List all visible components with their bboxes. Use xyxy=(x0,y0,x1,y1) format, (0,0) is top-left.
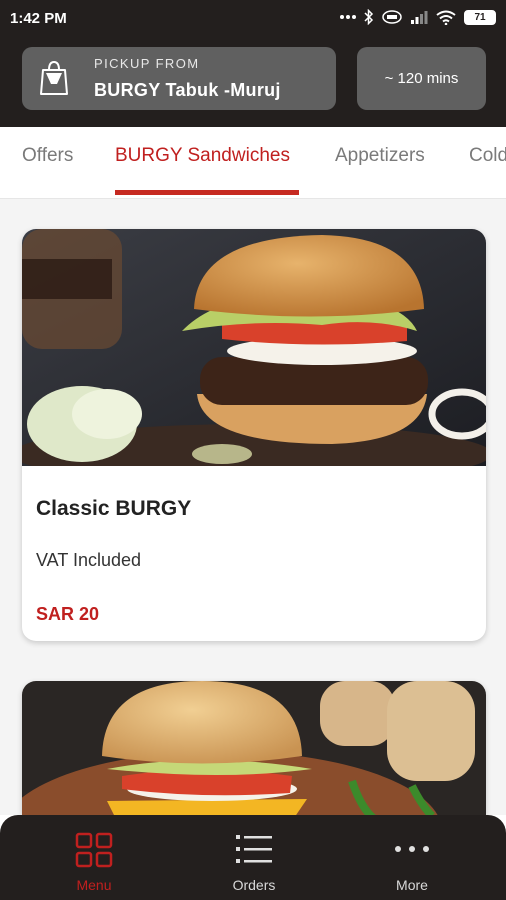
product-price: SAR 20 xyxy=(36,604,100,624)
nav-more[interactable]: More xyxy=(328,815,496,900)
wifi-icon xyxy=(436,10,456,25)
shopping-bag-icon xyxy=(40,60,68,95)
status-bar: 1:42 PM 71 xyxy=(0,0,506,36)
product-list[interactable]: Classic BURGY VAT Included SAR 20 xyxy=(0,199,506,815)
tab-offers[interactable]: Offers xyxy=(22,145,73,167)
pickup-time-button[interactable]: ~ 120 mins xyxy=(357,47,486,110)
tab-cold[interactable]: Cold xyxy=(469,145,506,167)
bluetooth-icon xyxy=(364,9,374,25)
bottom-navigation: Menu Orders More xyxy=(0,815,506,900)
battery-icon: 71 xyxy=(464,9,496,25)
active-tab-indicator xyxy=(115,190,299,195)
product-name: Classic BURGY xyxy=(36,497,192,520)
tab-appetizers[interactable]: Appetizers xyxy=(335,145,425,167)
nav-menu[interactable]: Menu xyxy=(10,815,178,900)
nav-menu-label: Menu xyxy=(76,877,112,893)
app-header: 1:42 PM 71 PICKUP FROM BURGY Tabuk -Muru… xyxy=(0,0,506,127)
pickup-location-button[interactable]: PICKUP FROM BURGY Tabuk -Muruj xyxy=(22,47,336,110)
grid-icon xyxy=(75,832,113,868)
pickup-label: PICKUP FROM xyxy=(94,56,200,71)
category-tabs: Offers BURGY Sandwiches Appetizers Cold xyxy=(0,127,506,199)
more-dots-icon xyxy=(395,846,429,852)
nav-orders-label: Orders xyxy=(232,877,276,893)
vpn-icon xyxy=(382,10,402,24)
product-card[interactable]: Classic BURGY VAT Included SAR 20 xyxy=(22,229,486,641)
product-image-burger xyxy=(22,681,486,815)
signal-icon xyxy=(411,11,428,24)
status-time: 1:42 PM xyxy=(10,10,67,27)
status-icons: 71 xyxy=(340,9,496,25)
tab-burgy-sandwiches[interactable]: BURGY Sandwiches xyxy=(115,145,290,167)
product-image-burger xyxy=(22,229,486,466)
nav-more-label: More xyxy=(396,877,428,893)
pickup-store-name: BURGY Tabuk -Muruj xyxy=(94,80,281,100)
product-vat-note: VAT Included xyxy=(36,550,142,570)
nav-orders[interactable]: Orders xyxy=(170,815,338,900)
product-card[interactable] xyxy=(22,681,486,815)
pickup-time-label: ~ 120 mins xyxy=(384,70,459,87)
list-icon xyxy=(236,835,272,863)
more-notifications-icon xyxy=(340,15,356,19)
